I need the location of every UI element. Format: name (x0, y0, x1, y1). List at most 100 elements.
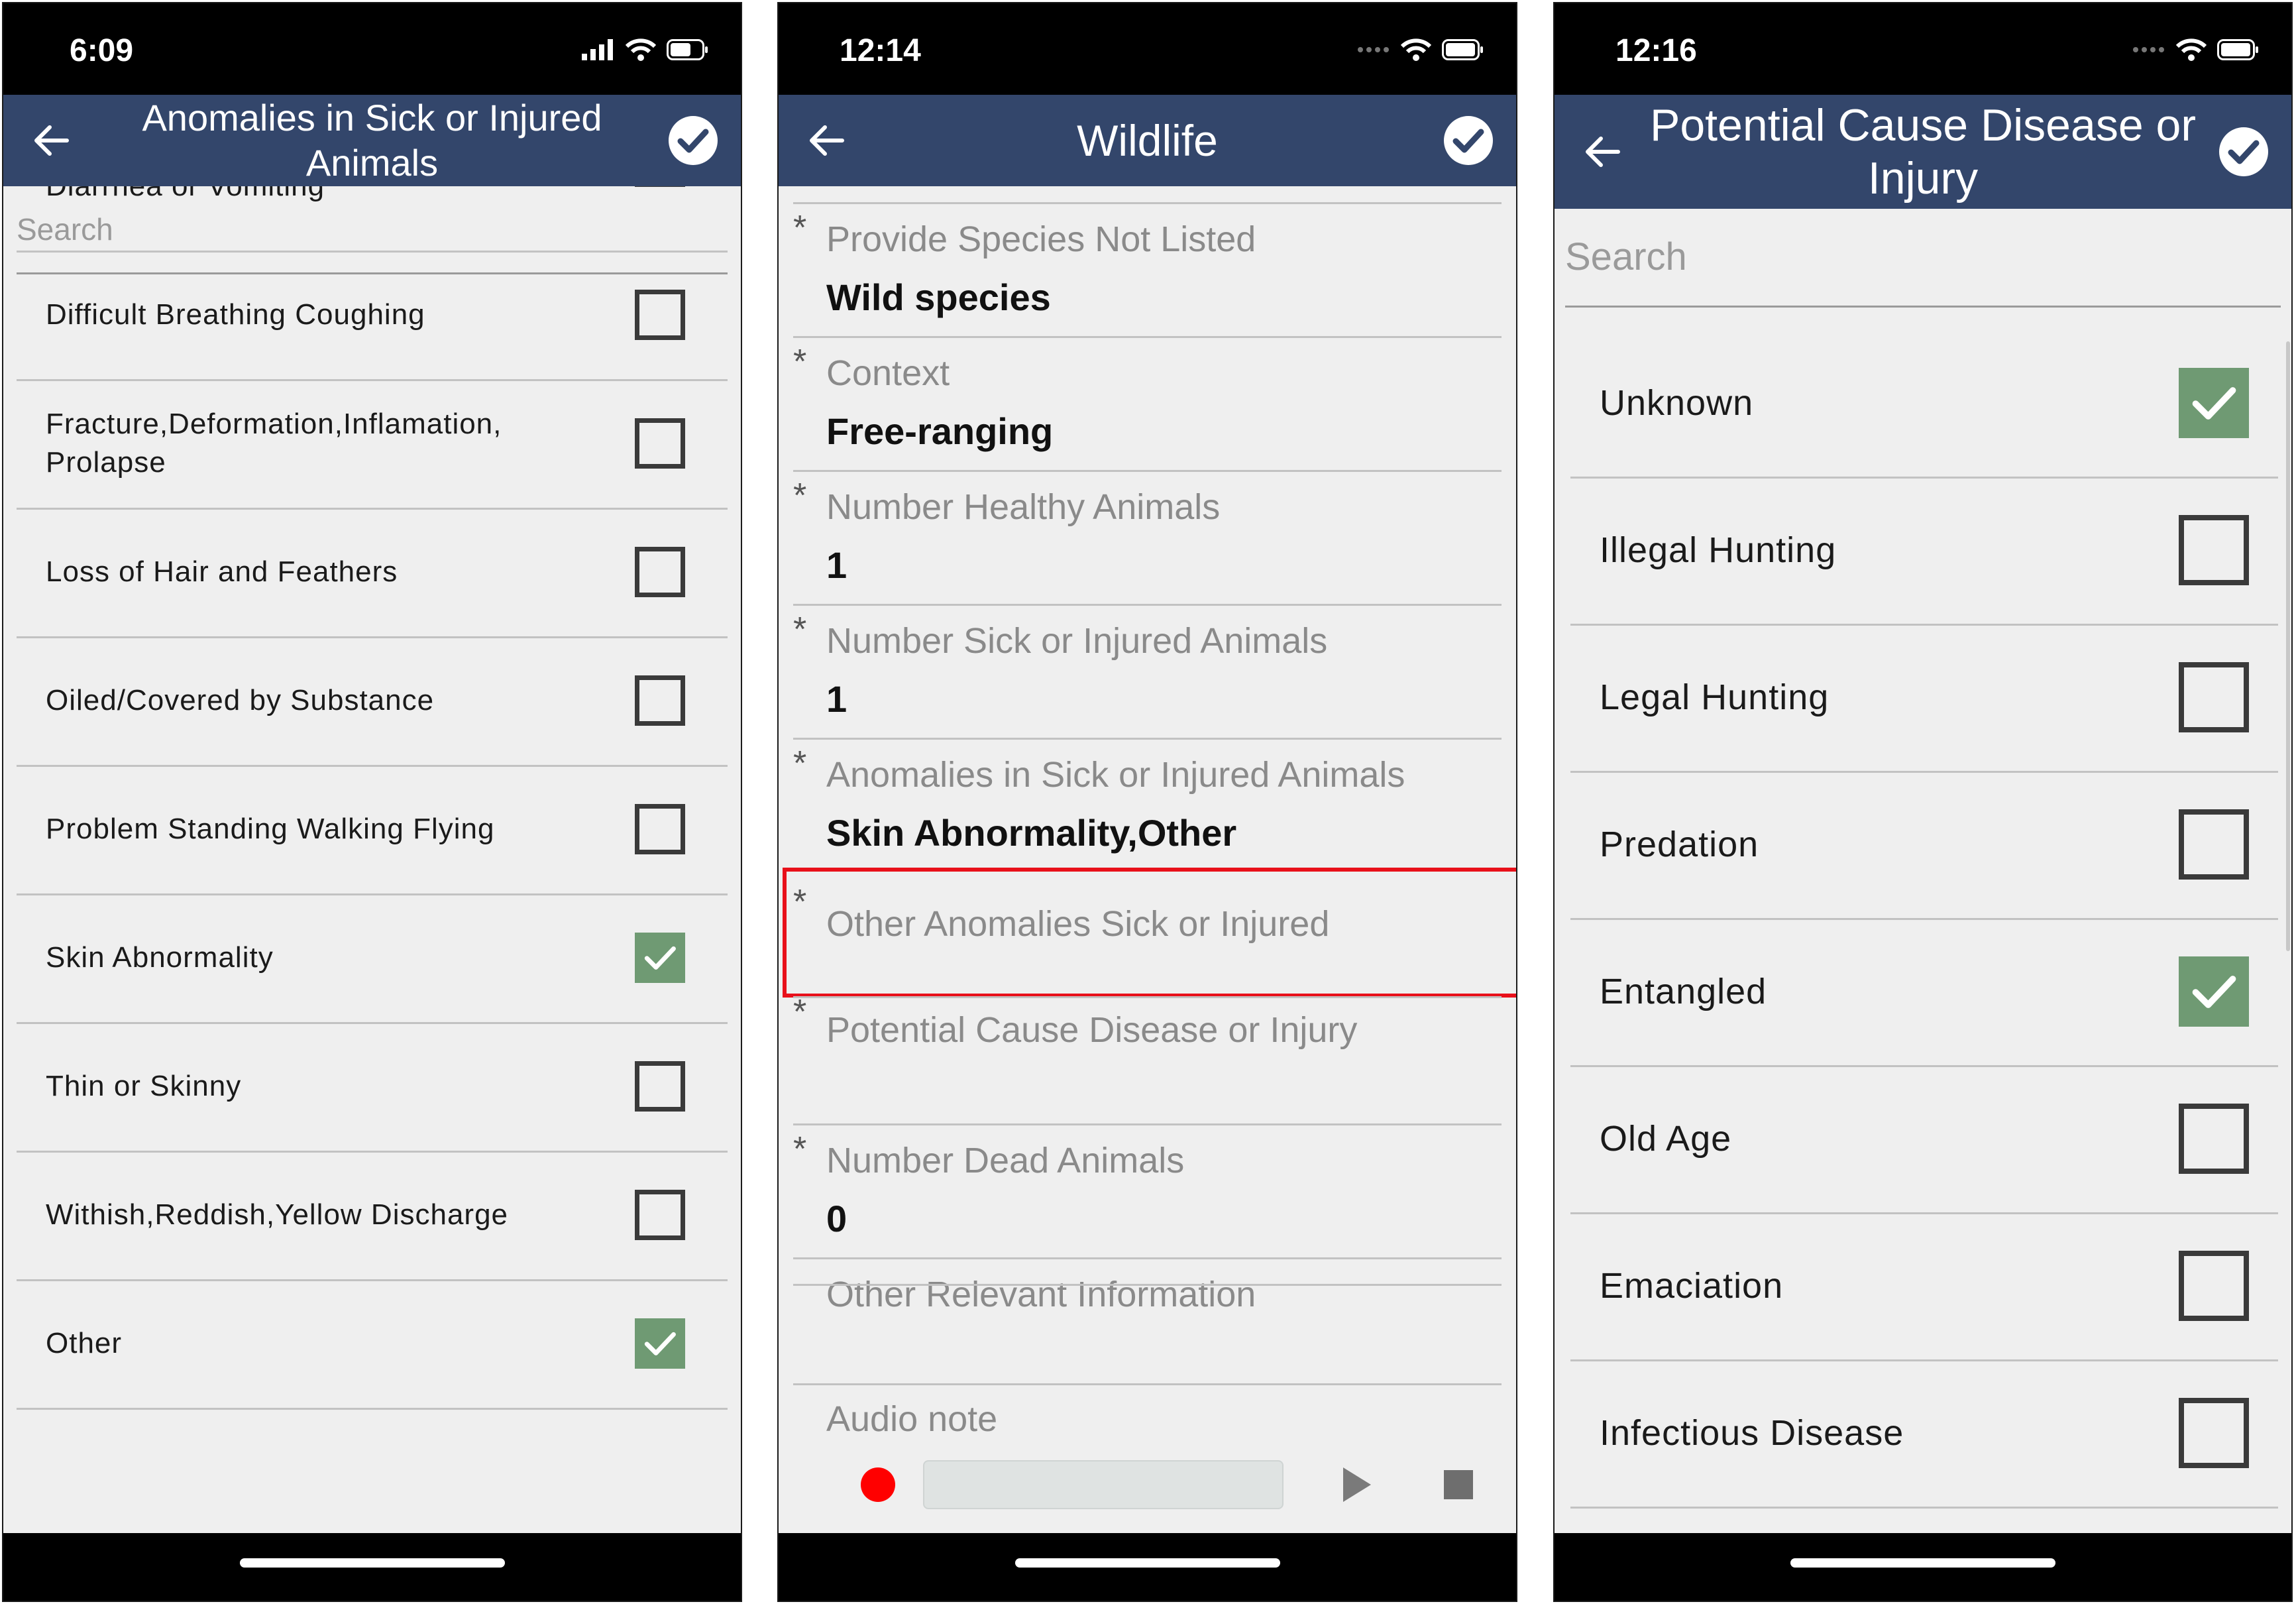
nav-bar: Potential Cause Disease or Injury (1555, 95, 2291, 209)
audio-progress-track[interactable] (923, 1460, 1284, 1509)
home-indicator[interactable] (1790, 1558, 2055, 1568)
phone-screen-potential-cause: 12:16 Potential Cause Disease or Injury (1553, 2, 2293, 1602)
checklist-item[interactable]: Unknown (1570, 329, 2278, 479)
checkbox[interactable] (2179, 515, 2249, 585)
check-circle-icon[interactable] (2217, 125, 2270, 178)
battery-icon (667, 39, 708, 60)
wifi-icon (1401, 38, 1431, 61)
status-bar: 12:16 (1555, 3, 2291, 95)
checklist-item-label: Other (46, 1327, 123, 1359)
checkbox-checked[interactable] (2179, 956, 2249, 1027)
checklist-item[interactable]: Diarrhea or Vomiting (17, 186, 728, 253)
checkbox[interactable] (635, 290, 685, 340)
stop-icon[interactable] (1444, 1470, 1473, 1499)
arrow-left-icon[interactable] (1581, 131, 1623, 173)
checkbox[interactable] (635, 547, 685, 597)
checklist-item-label: Legal Hunting (1600, 677, 1830, 717)
home-indicator[interactable] (239, 1558, 505, 1568)
form-field[interactable]: * Number Dead Animals 0 (793, 1123, 1502, 1259)
checklist-item[interactable]: Old Age (1570, 1065, 2278, 1214)
cellular-signal-icon (582, 39, 613, 60)
search-input[interactable]: Search (1565, 209, 2281, 308)
checkbox[interactable] (635, 418, 685, 469)
required-marker: * (793, 343, 807, 381)
checkbox[interactable] (635, 1061, 685, 1112)
checklist-item[interactable]: Infectious Disease (1570, 1359, 2278, 1509)
form-field[interactable]: Audio note (793, 1383, 1502, 1518)
checkbox[interactable] (2179, 809, 2249, 880)
checkbox[interactable] (2179, 662, 2249, 732)
checkbox[interactable] (635, 186, 685, 187)
form-field[interactable]: * Number Sick or Injured Animals 1 (793, 604, 1502, 740)
record-icon[interactable] (861, 1467, 895, 1502)
cellular-signal-icon (1358, 47, 1389, 52)
required-marker: * (793, 610, 807, 649)
checklist-item[interactable]: Withish,Reddish,Yellow Discharge (17, 1151, 728, 1281)
form-field-label: Anomalies in Sick or Injured Animals (826, 755, 1405, 795)
checkmark-icon (644, 1332, 676, 1355)
checkmark-icon (2192, 976, 2236, 1008)
checklist-item[interactable]: Predation (1570, 771, 2278, 920)
required-marker: * (793, 477, 807, 515)
checklist-item-label: Oiled/Covered by Substance (46, 684, 435, 716)
checkbox-checked[interactable] (2179, 368, 2249, 438)
checklist-item[interactable]: Thin or Skinny (17, 1022, 728, 1153)
checkbox[interactable] (635, 675, 685, 726)
checkbox-checked[interactable] (635, 1318, 685, 1369)
check-circle-icon[interactable] (1442, 114, 1495, 167)
checklist-item[interactable]: Entangled (1570, 918, 2278, 1067)
highlight-box (783, 868, 1516, 998)
arrow-left-icon[interactable] (30, 119, 72, 162)
checklist-item[interactable]: Legal Hunting (1570, 624, 2278, 773)
checklist-item[interactable]: Illegal Hunting (1570, 477, 2278, 626)
form-field-label: Number Healthy Animals (826, 487, 1221, 527)
checklist-item-label: Infectious Disease (1600, 1413, 1904, 1453)
required-marker: * (793, 1130, 807, 1169)
checklist-item[interactable]: Loss of Hair and Feathers (17, 508, 728, 638)
page-title: Anomalies in Sick or Injured Animals (142, 97, 602, 184)
nav-bar: Wildlife (779, 95, 1516, 186)
required-marker: * (793, 209, 807, 247)
checkbox[interactable] (2179, 1398, 2249, 1468)
checkbox[interactable] (2179, 1251, 2249, 1321)
phone-screen-wildlife: 12:14 Wildlife * Provide Species Not Lis… (777, 2, 1517, 1602)
page-title: Potential Cause Disease or Injury (1649, 100, 2196, 203)
checklist-item[interactable]: Problem Standing Walking Flying (17, 765, 728, 895)
play-icon[interactable] (1343, 1467, 1371, 1502)
checklist-item-label: Thin or Skinny (46, 1070, 242, 1102)
checklist-item-label: Emaciation (1600, 1266, 1784, 1306)
checklist-item[interactable]: Difficult Breathing Coughing (17, 251, 728, 381)
home-indicator[interactable] (1014, 1558, 1280, 1568)
checklist-item[interactable]: Other (17, 1279, 728, 1410)
checkbox[interactable] (635, 1190, 685, 1240)
form-field[interactable]: * Other Anomalies Sick or Injured (783, 868, 1516, 998)
checkbox[interactable] (635, 804, 685, 854)
checklist-item[interactable]: Emaciation (1570, 1212, 2278, 1361)
home-indicator-bar (3, 1533, 741, 1601)
form-field[interactable]: * Context Free-ranging (793, 336, 1502, 472)
home-indicator-bar (779, 1533, 1516, 1601)
form-field[interactable]: * Number Healthy Animals 1 (793, 470, 1502, 606)
content-area: * Provide Species Not Listed Wild species *… (779, 186, 1516, 1533)
checklist-item-label: Unknown (1600, 383, 1754, 423)
form-field[interactable]: Other Relevant Information (793, 1257, 1502, 1385)
checklist-item-label: Old Age (1600, 1119, 1732, 1159)
checklist-item[interactable]: Skin Abnormality (17, 893, 728, 1024)
checklist-item-label: Withish,Reddish,Yellow Discharge (46, 1198, 509, 1231)
checkbox-checked[interactable] (635, 933, 685, 983)
form-field-label: Potential Cause Disease or Injury (826, 1010, 1358, 1050)
form-field-label: Provide Species Not Listed (826, 219, 1256, 259)
scrollbar[interactable] (2286, 341, 2290, 951)
checklist-item[interactable]: Oiled/Covered by Substance (17, 636, 728, 767)
battery-icon (1442, 39, 1483, 60)
form-field-label: Number Dead Animals (826, 1141, 1185, 1180)
check-circle-icon[interactable] (667, 114, 720, 167)
arrow-left-icon[interactable] (805, 119, 847, 162)
form-field[interactable]: * Provide Species Not Listed Wild species (793, 202, 1502, 338)
checklist-item-label: Skin Abnormality (46, 941, 274, 974)
status-time: 6:09 (70, 33, 134, 68)
checkbox[interactable] (2179, 1104, 2249, 1174)
form-field[interactable]: * Anomalies in Sick or Injured Animals Ski… (793, 738, 1502, 874)
checklist-item[interactable]: Fracture,Deformation,Inflamation, Prolap… (17, 379, 728, 510)
form-field[interactable]: * Potential Cause Disease or Injury (793, 988, 1502, 1123)
